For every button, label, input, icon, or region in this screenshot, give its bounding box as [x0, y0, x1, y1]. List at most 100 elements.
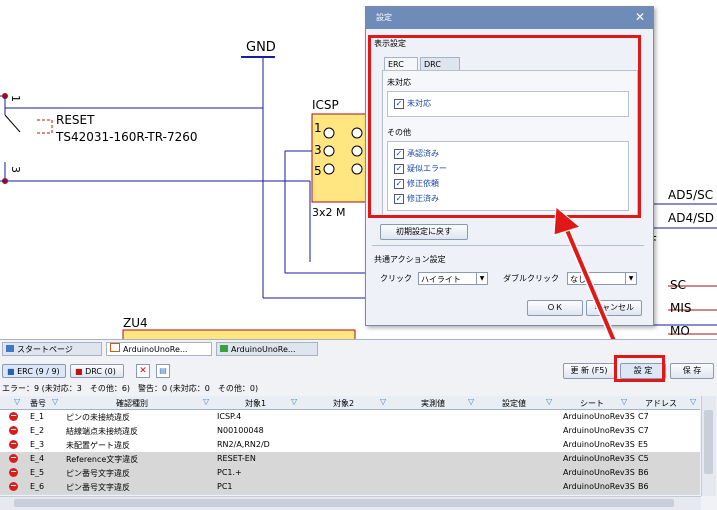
col-sheet[interactable]: シート — [580, 398, 604, 409]
cell-check-type: Reference文字違反 — [66, 455, 139, 464]
clear-icon[interactable]: ✕ — [136, 364, 150, 378]
table-row[interactable]: − E_2 結線端点未接続違反 N00100048 ArduinoUnoRev3S C7 — [0, 424, 700, 439]
net-label-ad4: AD4/SD — [668, 211, 714, 225]
net-label-ad5: AD5/SC — [668, 188, 714, 202]
table-row[interactable]: − E_5 ピン番号文字違反 PC1.+ ArduinoUnoRev3S B6 — [0, 466, 700, 481]
save-button[interactable]: 保 存 — [670, 363, 714, 379]
col-setting[interactable]: 設定値 — [502, 398, 526, 409]
cell-address: B6 — [638, 468, 649, 477]
dialog-title: 設定 — [376, 13, 392, 22]
cell-target1: PC1.+ — [217, 468, 242, 477]
filter-icon[interactable]: ▽ — [380, 397, 386, 406]
cell-number: E_6 — [30, 482, 45, 491]
table-row[interactable]: − E_1 ピンの未接続違反 ICSP.4 ArduinoUnoRev3S C7 — [0, 410, 700, 425]
icsp-pin-1: 1 — [314, 121, 322, 135]
tab-document-1-label: ArduinoUnoRe... — [123, 345, 188, 354]
click-label: クリック — [380, 274, 412, 283]
filter-icon[interactable]: ▽ — [14, 397, 20, 406]
erc-filter-label: ERC (9 / 9) — [17, 367, 60, 376]
reset-name: RESET — [56, 113, 95, 127]
filter-icon[interactable]: ▽ — [690, 397, 696, 406]
reset-defaults-button[interactable]: 初期設定に戻す — [380, 224, 468, 240]
highlight-box-display-settings — [368, 35, 641, 218]
cell-target1: ICSP.4 — [217, 412, 242, 421]
scroll-thumb[interactable] — [704, 410, 713, 474]
icsp-pin-3: 3 — [314, 143, 322, 157]
cell-check-type: ピン番号文字違反 — [66, 483, 130, 492]
cell-address: E5 — [638, 440, 649, 449]
dialog-titlebar: 設定 ✕ — [366, 7, 653, 29]
close-icon[interactable]: ✕ — [635, 10, 645, 24]
col-address[interactable]: アドレス — [645, 398, 677, 409]
icsp-pin-5: 5 — [314, 164, 322, 178]
zu4-label: ZU4 — [123, 316, 148, 330]
gnd-label: GND — [246, 40, 276, 55]
cell-number: E_2 — [30, 426, 45, 435]
board-doc-icon — [220, 345, 228, 352]
tab-document-2[interactable]: ArduinoUnoRe... — [216, 342, 318, 356]
tab-start-page-label: スタートページ — [17, 345, 73, 354]
cell-check-type: ピン番号文字違反 — [66, 469, 130, 478]
schematic-doc-icon — [110, 343, 120, 352]
cell-sheet: ArduinoUnoRev3S — [563, 412, 635, 421]
tab-start-page[interactable]: スタートページ — [2, 342, 102, 356]
chevron-down-icon: ▼ — [476, 273, 487, 284]
filter-icon[interactable]: ▽ — [291, 397, 297, 406]
error-icon: − — [9, 425, 18, 435]
table-row[interactable]: − E_4 Reference文字違反 RESET-EN ArduinoUnoRev3S… — [0, 452, 700, 467]
filter-icon[interactable]: ▽ — [621, 397, 627, 406]
filter-icon[interactable]: ▽ — [546, 397, 552, 406]
cell-check-type: 未配置ゲート違反 — [66, 441, 130, 450]
filter-icon[interactable]: ▽ — [468, 397, 474, 406]
cell-number: E_3 — [30, 440, 45, 449]
drc-icon: ■ — [75, 367, 86, 376]
table-row[interactable]: − E_3 未配置ゲート違反 RN2/A,RN2/D ArduinoUnoRev3S E5 — [0, 438, 700, 453]
click-action-value: ハイライト — [421, 275, 461, 284]
cell-target1: RN2/A,RN2/D — [217, 440, 270, 449]
cell-sheet: ArduinoUnoRev3S — [563, 440, 635, 449]
error-icon: − — [9, 411, 18, 421]
filter-icon[interactable]: ▽ — [203, 397, 209, 406]
net-label-mo: MO — [670, 324, 690, 338]
col-number[interactable]: 番号 — [30, 398, 46, 409]
vertical-scrollbar[interactable] — [701, 396, 716, 496]
error-icon: − — [9, 481, 18, 491]
click-action-select[interactable]: ハイライト ▼ — [418, 272, 488, 285]
col-check-type[interactable]: 確認種別 — [116, 398, 148, 409]
common-action-heading: 共通アクション設定 — [374, 255, 446, 264]
icsp-label: ICSP — [312, 98, 339, 112]
tab-document-2-label: ArduinoUnoRe... — [231, 345, 296, 354]
update-button[interactable]: 更 新 (F5) — [563, 363, 615, 379]
cell-target1: RESET-EN — [217, 454, 256, 463]
error-icon: − — [9, 467, 18, 477]
cell-sheet: ArduinoUnoRev3S — [563, 454, 635, 463]
pin1-label: 1 — [9, 95, 22, 102]
net-label-mis: MIS — [670, 301, 692, 315]
cell-target1: N00100048 — [217, 426, 264, 435]
error-table-header: ▽ 番号 ▽ 確認種別 ▽ 対象1 ▽ 対象2 ▽ 実測値 ▽ 設定値 ▽ シー… — [0, 396, 700, 410]
reset-part: TS42031-160R-TR-7260 — [56, 130, 198, 144]
export-icon[interactable]: ▤ — [156, 364, 170, 378]
erc-filter-button[interactable]: ■ ERC (9 / 9) — [2, 364, 66, 378]
cell-number: E_1 — [30, 412, 45, 421]
cell-address: C7 — [638, 426, 649, 435]
net-label-sc: SC — [670, 278, 686, 292]
drc-filter-button[interactable]: ■ DRC (0) — [70, 364, 124, 378]
icsp-size: 3x2 M — [312, 206, 346, 219]
col-target2[interactable]: 対象2 — [333, 398, 354, 409]
cell-address: B6 — [638, 482, 649, 491]
h-scroll-thumb[interactable] — [14, 499, 674, 507]
cell-check-type: 結線端点未接続違反 — [66, 427, 138, 436]
cell-sheet: ArduinoUnoRev3S — [563, 468, 635, 477]
cell-number: E_5 — [30, 468, 45, 477]
col-target1[interactable]: 対象1 — [245, 398, 266, 409]
filter-icon[interactable]: ▽ — [52, 397, 58, 406]
table-row[interactable]: − E_6 ピン番号文字違反 PC1 ArduinoUnoRev3S B6 — [0, 480, 700, 495]
horizontal-scrollbar[interactable] — [0, 496, 701, 510]
col-measured[interactable]: 実測値 — [421, 398, 445, 409]
cell-check-type: ピンの未接続違反 — [66, 413, 130, 422]
tab-document-1[interactable]: ArduinoUnoRe... — [106, 342, 212, 356]
cell-address: C5 — [638, 454, 649, 463]
drc-filter-label: DRC (0) — [85, 367, 116, 376]
cell-address: C7 — [638, 412, 649, 421]
